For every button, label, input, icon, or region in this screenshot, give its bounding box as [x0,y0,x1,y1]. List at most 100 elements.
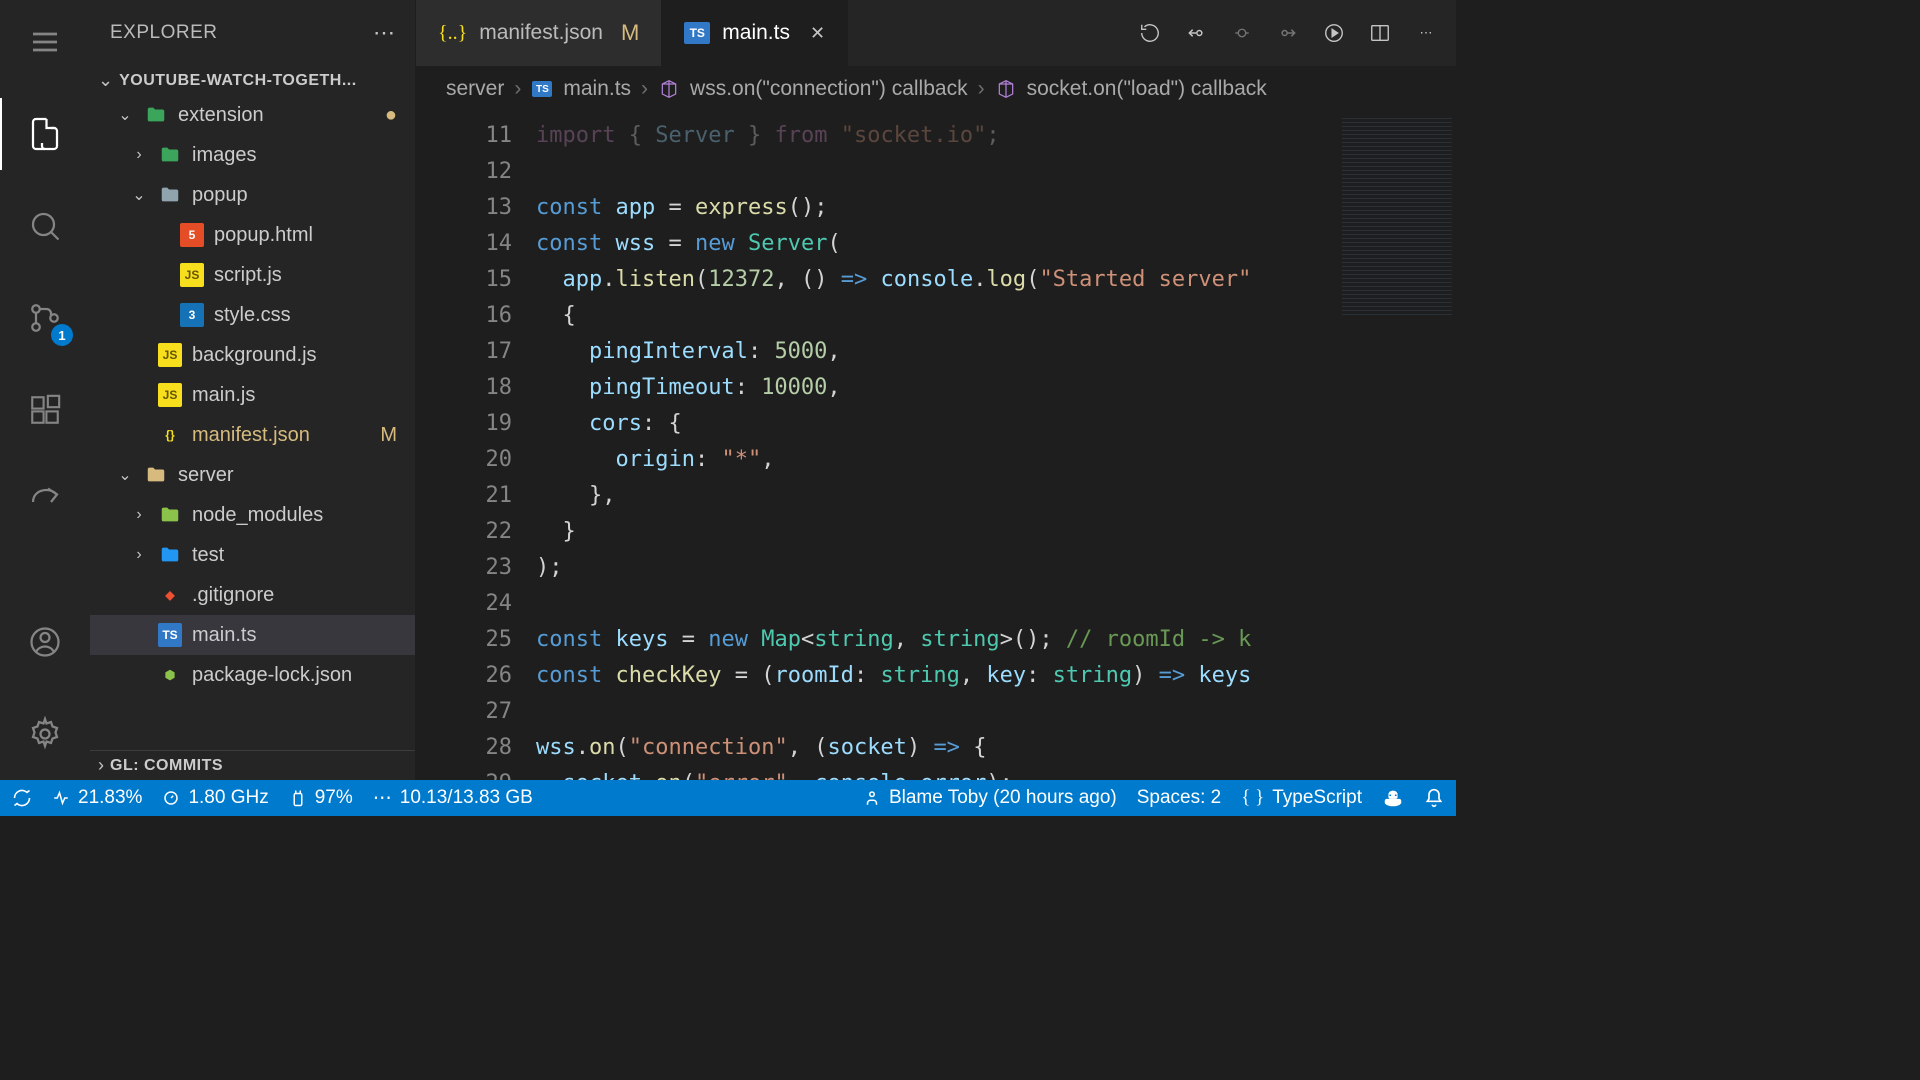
extensions-icon[interactable] [21,386,69,434]
file-icon: JS [158,383,182,407]
tree-item-label: extension [178,104,264,127]
file-icon: 5 [180,223,204,247]
breadcrumb-part[interactable]: socket.on("load") callback [1027,77,1267,101]
code-content[interactable]: import { Server } from "socket.io"; cons… [536,112,1338,780]
folder-node-modules[interactable]: › node_modules [90,495,415,535]
file-script-js[interactable]: JS script.js [90,255,415,295]
status-ghz[interactable]: 1.80 GHz [162,787,268,809]
breadcrumb[interactable]: server›TSmain.ts›wss.on("connection") ca… [416,66,1456,112]
tab-manifest-json[interactable]: {..} manifest.json M [416,0,662,66]
tree-item-label: main.js [192,384,255,407]
chevron-icon: ⌄ [116,465,134,485]
sidebar-more-icon[interactable]: ⋯ [373,20,395,46]
file-popup-html[interactable]: 5 popup.html [90,215,415,255]
status-blame[interactable]: Blame Toby (20 hours ago) [863,787,1117,809]
tree-item-label: node_modules [192,504,323,527]
activity-bar: 1 [0,0,90,780]
file-icon: 3 [180,303,204,327]
breadcrumb-part[interactable]: main.ts [563,77,631,101]
breadcrumb-part[interactable]: wss.on("connection") callback [690,77,968,101]
commits-section-header[interactable]: › GL: COMMITS [90,751,415,780]
minimap[interactable] [1338,112,1456,780]
sidebar-title: EXPLORER [110,22,217,44]
breadcrumb-separator: › [514,77,521,101]
code-editor[interactable]: 11121314151617181920212223242526272829 i… [416,112,1456,780]
status-mem[interactable]: ⋯ 10.13/13.83 GB [373,787,533,810]
status-lang[interactable]: { } TypeScript [1241,787,1362,809]
chevron-icon: › [130,546,148,564]
chevron-icon: › [130,506,148,524]
modified-indicator: M [621,20,639,46]
file-icon: ⬢ [158,663,182,687]
folder-images[interactable]: › images [90,135,415,175]
tree-item-label: .gitignore [192,584,274,607]
search-icon[interactable] [21,202,69,250]
tree-item-label: background.js [192,344,317,367]
tab-file-icon: {..} [438,22,467,45]
git-status: M [380,424,397,447]
split-icon[interactable] [1368,21,1392,45]
chevron-icon: ⌄ [116,105,134,125]
settings-icon[interactable] [21,710,69,758]
commits-label: GL: COMMITS [110,757,223,775]
folder-popup[interactable]: ⌄popup [90,175,415,215]
run-icon[interactable] [1322,21,1346,45]
status-cpu[interactable]: 21.83% [52,787,142,809]
file-background-js[interactable]: JS background.js [90,335,415,375]
file-icon: JS [158,343,182,367]
tree-item-label: popup.html [214,224,313,247]
folder-test[interactable]: › test [90,535,415,575]
minimap-content [1342,118,1452,318]
tab-main-ts[interactable]: TSmain.ts✕ [662,0,848,66]
circle-icon-1[interactable] [1230,21,1254,45]
file-icon: TS [158,623,182,647]
status-battery[interactable]: 97% [289,787,353,809]
breadcrumb-icon [995,78,1017,100]
tree-item-label: package-lock.json [192,664,352,687]
tab-label: manifest.json [479,21,603,45]
tab-label: main.ts [722,21,790,45]
project-section-header[interactable]: ⌄ YOUTUBE-WATCH-TOGETH... [90,66,415,95]
tree-item-label: images [192,144,256,167]
tree-item-label: style.css [214,304,291,327]
breadcrumb-part[interactable]: server [446,77,504,101]
chevron-icon: › [130,146,148,164]
close-icon[interactable]: ✕ [810,23,825,44]
file-manifest-json[interactable]: {}manifest.jsonM [90,415,415,455]
tab-actions: ⋯ [1138,0,1456,66]
folder-icon [158,503,182,527]
run-back-icon[interactable] [1184,21,1208,45]
file--gitignore[interactable]: ◆ .gitignore [90,575,415,615]
share-icon[interactable] [21,478,69,526]
breadcrumb-icon [658,78,680,100]
status-bar: 21.83% 1.80 GHz 97% ⋯ 10.13/13.83 GB Bla… [0,780,1456,816]
file-main-js[interactable]: JS main.js [90,375,415,415]
copilot-icon[interactable] [1382,787,1404,809]
tab-more-icon[interactable]: ⋯ [1414,21,1438,45]
source-control-icon[interactable]: 1 [21,294,69,342]
explorer-icon[interactable] [21,110,69,158]
folder-extension[interactable]: ⌄extension● [90,95,415,135]
bell-icon[interactable] [1424,788,1444,808]
tree-item-label: script.js [214,264,282,287]
tree-item-label: server [178,464,234,487]
file-icon: ◆ [158,583,182,607]
timeline-icon[interactable] [1138,21,1162,45]
file-style-css[interactable]: 3 style.css [90,295,415,335]
sync-icon[interactable] [12,788,32,808]
folder-server[interactable]: ⌄ server [90,455,415,495]
circle-icon-2[interactable] [1276,21,1300,45]
file-icon: JS [180,263,204,287]
folder-icon [158,543,182,567]
tab-bar: {..}manifest.jsonMTSmain.ts✕ ⋯ [416,0,1456,66]
folder-icon [144,463,168,487]
line-gutter: 11121314151617181920212223242526272829 [416,112,536,780]
tree-item-label: test [192,544,224,567]
file-package-lock-json[interactable]: ⬢ package-lock.json [90,655,415,695]
folder-icon [144,103,168,127]
project-name: YOUTUBE-WATCH-TOGETH... [119,72,357,90]
status-spaces[interactable]: Spaces: 2 [1137,787,1222,809]
file-main-ts[interactable]: TSmain.ts [90,615,415,655]
account-icon[interactable] [21,618,69,666]
menu-icon[interactable] [21,18,69,66]
